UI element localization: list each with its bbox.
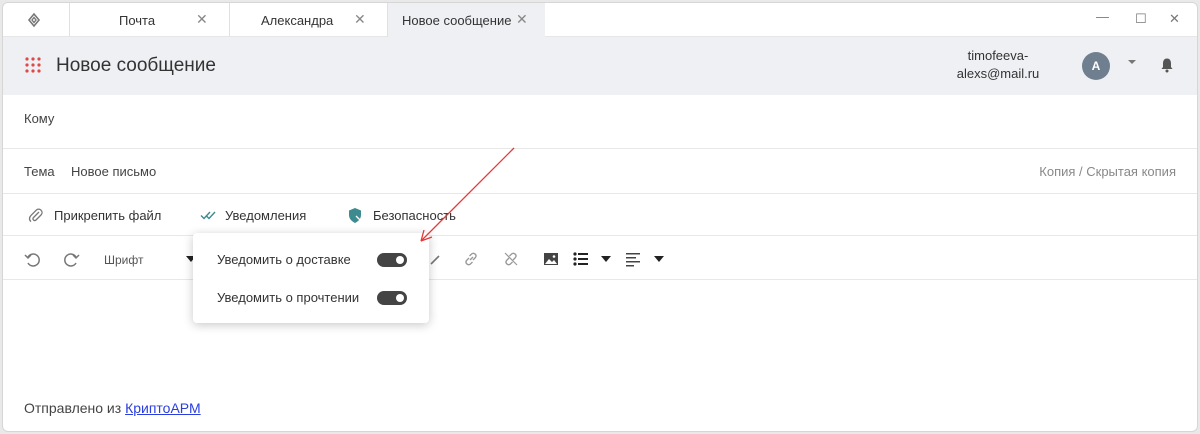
bullet-list-icon[interactable] xyxy=(572,250,590,268)
close-icon[interactable]: ✕ xyxy=(196,11,208,28)
double-check-icon xyxy=(200,211,216,220)
signature-text: Отправлено из xyxy=(24,400,122,416)
subject-label: Тема xyxy=(24,164,55,179)
undo-icon[interactable] xyxy=(23,250,41,268)
tab-new-message[interactable]: Новое сообщение ✕ xyxy=(387,3,545,37)
page-header: Новое сообщение timofeeva- alexs@mail.ru… xyxy=(3,37,1197,95)
notifications-popover: Уведомить о доставке Уведомить о прочтен… xyxy=(193,233,429,323)
chevron-down-icon[interactable] xyxy=(1128,60,1136,64)
link-icon[interactable] xyxy=(462,250,480,268)
apps-grid-icon[interactable] xyxy=(25,57,41,73)
divider xyxy=(3,279,1197,280)
page-title: Новое сообщение xyxy=(56,55,216,76)
unlink-icon[interactable] xyxy=(502,250,520,268)
divider xyxy=(3,235,1197,236)
tab-alexandra[interactable]: Александра ✕ xyxy=(229,3,387,37)
app-window: Почта ✕ Александра ✕ Новое сообщение ✕ —… xyxy=(2,2,1198,432)
notify-delivery-toggle[interactable] xyxy=(377,253,407,267)
to-label: Кому xyxy=(24,111,55,126)
tab-mail[interactable]: Почта ✕ xyxy=(69,3,229,37)
user-email: timofeeva- alexs@mail.ru xyxy=(943,47,1053,83)
chevron-down-icon[interactable] xyxy=(601,256,611,262)
to-input[interactable] xyxy=(71,103,1181,137)
tab-label: Новое сообщение xyxy=(402,13,512,28)
avatar[interactable]: A xyxy=(1082,52,1110,80)
tab-label: Почта xyxy=(119,13,156,28)
bell-icon[interactable] xyxy=(1160,57,1174,73)
paperclip-icon xyxy=(28,208,43,223)
user-email-line1: timofeeva- xyxy=(967,48,1029,63)
font-select[interactable]: Шрифт xyxy=(104,253,143,267)
cc-bcc-link[interactable]: Копия / Скрытая копия xyxy=(1039,164,1176,179)
close-icon[interactable]: ✕ xyxy=(1169,11,1180,27)
close-icon[interactable]: ✕ xyxy=(516,11,528,28)
user-email-line2: alexs@mail.ru xyxy=(956,66,1040,81)
close-icon[interactable]: ✕ xyxy=(354,11,366,28)
signature-link[interactable]: КриптоАРМ xyxy=(125,400,201,416)
tab-bar: Почта ✕ Александра ✕ Новое сообщение ✕ —… xyxy=(3,3,1197,37)
notify-read-label: Уведомить о прочтении xyxy=(217,290,360,305)
app-logo-icon xyxy=(27,12,41,28)
attach-file-label: Прикрепить файл xyxy=(54,208,162,223)
image-icon[interactable] xyxy=(542,250,560,268)
chevron-down-icon[interactable] xyxy=(654,256,664,262)
notify-delivery-label: Уведомить о доставке xyxy=(217,252,351,267)
minimize-icon[interactable]: — xyxy=(1096,9,1109,24)
divider xyxy=(3,148,1197,149)
tab-label: Александра xyxy=(261,13,334,28)
divider xyxy=(3,193,1197,194)
subject-input[interactable]: Новое письмо xyxy=(71,164,156,179)
message-signature: Отправлено из КриптоАРМ xyxy=(24,400,201,416)
security-label: Безопасность xyxy=(373,208,456,223)
align-left-icon[interactable] xyxy=(624,250,642,268)
maximize-icon[interactable]: ☐ xyxy=(1135,11,1147,27)
redo-icon[interactable] xyxy=(63,250,81,268)
notify-read-toggle[interactable] xyxy=(377,291,407,305)
notifications-label: Уведомления xyxy=(225,208,307,223)
pencil-icon[interactable] xyxy=(427,250,445,268)
shield-icon xyxy=(349,208,361,223)
